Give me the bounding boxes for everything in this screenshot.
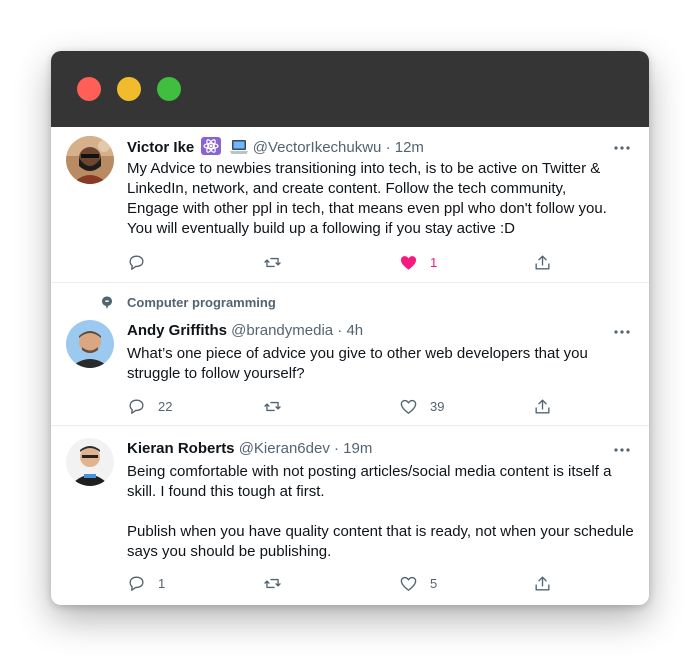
heart-icon (400, 399, 417, 414)
more-icon[interactable] (613, 441, 631, 459)
avatar[interactable] (66, 438, 114, 486)
author-handle[interactable]: @VectorIkechukwu (253, 139, 382, 156)
avatar[interactable] (66, 136, 114, 184)
author-handle[interactable]: @brandymedia (231, 322, 333, 339)
tweet-line: You will eventually build up a following… (127, 220, 515, 237)
tweet-victor-ike[interactable]: Victor Ike @VectorIkechukwu · 12m My Adv… (51, 127, 649, 283)
share-icon (535, 575, 550, 591)
tweet-text: Being comfortable with not posting artic… (127, 462, 637, 562)
reply-count: 22 (158, 398, 173, 414)
reply-button[interactable] (127, 251, 158, 273)
reply-count: 1 (158, 575, 166, 591)
app-window: Victor Ike @VectorIkechukwu · 12m My Adv… (51, 51, 649, 605)
atom-emoji-icon (201, 137, 222, 161)
share-button[interactable] (533, 395, 552, 417)
retweet-button[interactable] (263, 251, 294, 273)
retweet-icon (264, 257, 281, 267)
retweet-button[interactable] (263, 572, 294, 594)
tweet-line: Publish when you have quality content th… (127, 523, 634, 540)
author-name[interactable]: Victor Ike (127, 139, 194, 156)
author-name[interactable]: Andy Griffiths (127, 322, 227, 339)
tweet-line: My Advice to newbies transitioning into … (127, 160, 601, 177)
tweet-line: LinkedIn, network, and create content. F… (127, 180, 567, 197)
reply-icon (129, 398, 144, 414)
topic-context-label[interactable]: Computer programming (127, 295, 276, 310)
tweet-line: struggle to follow yourself? (127, 365, 305, 382)
tweet-kieran-roberts[interactable]: Kieran Roberts @Kieran6dev · 19m Being c… (51, 426, 649, 605)
like-count: 1 (430, 254, 438, 270)
retweet-button[interactable] (263, 395, 294, 417)
tweet-line (127, 502, 637, 522)
retweet-icon (264, 401, 281, 411)
retweet-icon (264, 578, 281, 588)
like-button[interactable]: 39 (399, 395, 444, 417)
heart-icon (400, 576, 417, 591)
reply-button[interactable]: 1 (127, 572, 165, 594)
minimize-window-button[interactable] (117, 77, 141, 101)
tweet-line: Engage with other ppl in tech, that mean… (127, 200, 607, 217)
tweet-line: says you should be publishing. (127, 543, 332, 560)
tweet-time[interactable]: · 12m (386, 139, 424, 156)
share-button[interactable] (533, 572, 552, 594)
tweet-actions: 1 5 (127, 572, 567, 594)
tweet-actions: 22 39 (127, 395, 567, 417)
zoom-window-button[interactable] (157, 77, 181, 101)
close-window-button[interactable] (77, 77, 101, 101)
like-button[interactable]: 1 (399, 251, 437, 273)
author-name[interactable]: Kieran Roberts (127, 440, 235, 457)
reply-icon (129, 254, 144, 270)
more-icon[interactable] (613, 323, 631, 341)
tweet-andy-griffiths[interactable]: Computer programming Andy Griffiths @bra… (51, 283, 649, 426)
share-icon (535, 398, 550, 414)
laptop-emoji-icon (229, 139, 249, 161)
topic-icon (102, 296, 112, 309)
share-button[interactable] (533, 251, 552, 273)
tweet-time[interactable]: · 19m (334, 440, 372, 457)
avatar[interactable] (66, 320, 114, 368)
tweet-line: skill. I found this tough at first. (127, 483, 325, 500)
author-handle[interactable]: @Kieran6dev (239, 440, 330, 457)
tweet-time[interactable]: · 4h (337, 322, 363, 339)
tweet-actions: 1 (127, 251, 567, 273)
tweet-text: What’s one piece of advice you give to o… (127, 344, 637, 384)
title-bar (51, 51, 649, 127)
reply-button[interactable]: 22 (127, 395, 172, 417)
more-icon[interactable] (613, 139, 631, 157)
like-button[interactable]: 5 (399, 572, 437, 594)
reply-icon (129, 575, 144, 591)
like-count: 5 (430, 575, 438, 591)
tweet-line: Being comfortable with not posting artic… (127, 463, 612, 480)
like-count: 39 (430, 398, 445, 414)
tweet-line: What’s one piece of advice you give to o… (127, 345, 588, 362)
share-icon (535, 254, 550, 270)
heart-icon (400, 255, 417, 270)
